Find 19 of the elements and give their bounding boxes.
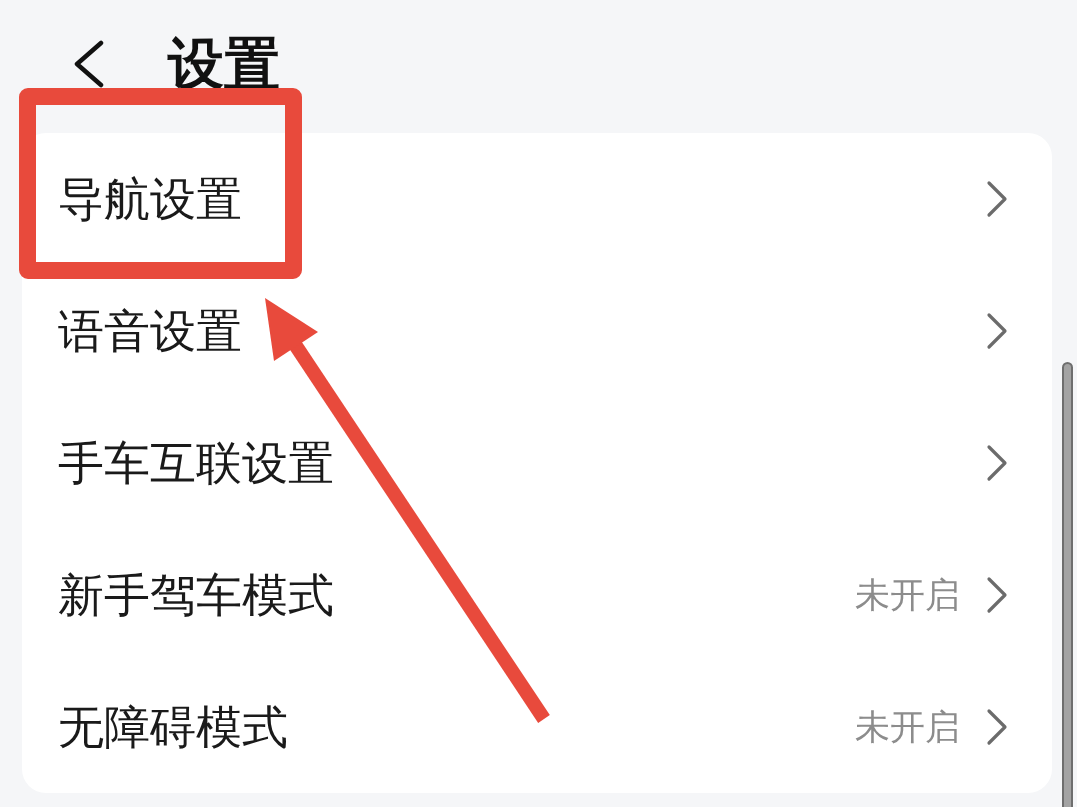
status-text: 未开启 bbox=[855, 574, 960, 617]
row-label: 无障碍模式 bbox=[58, 699, 288, 755]
settings-row[interactable]: 导航设置 bbox=[22, 133, 1052, 265]
settings-row[interactable]: 无障碍模式 未开启 bbox=[22, 661, 1052, 793]
chevron-right-icon bbox=[986, 180, 1008, 218]
scrollbar[interactable] bbox=[1062, 362, 1073, 807]
settings-row[interactable]: 语音设置 bbox=[22, 265, 1052, 397]
row-label: 导航设置 bbox=[58, 171, 242, 227]
settings-row[interactable]: 手车互联设置 bbox=[22, 397, 1052, 529]
chevron-right-icon bbox=[986, 576, 1008, 614]
chevron-right-icon bbox=[986, 444, 1008, 482]
chevron-right-icon bbox=[986, 312, 1008, 350]
settings-row[interactable]: 新手驾车模式 未开启 bbox=[22, 529, 1052, 661]
status-text: 未开启 bbox=[855, 706, 960, 749]
chevron-right-icon bbox=[986, 708, 1008, 746]
row-label: 语音设置 bbox=[58, 303, 242, 359]
row-label: 手车互联设置 bbox=[58, 435, 334, 491]
page-title: 设置 bbox=[168, 33, 280, 94]
row-label: 新手驾车模式 bbox=[58, 567, 334, 623]
